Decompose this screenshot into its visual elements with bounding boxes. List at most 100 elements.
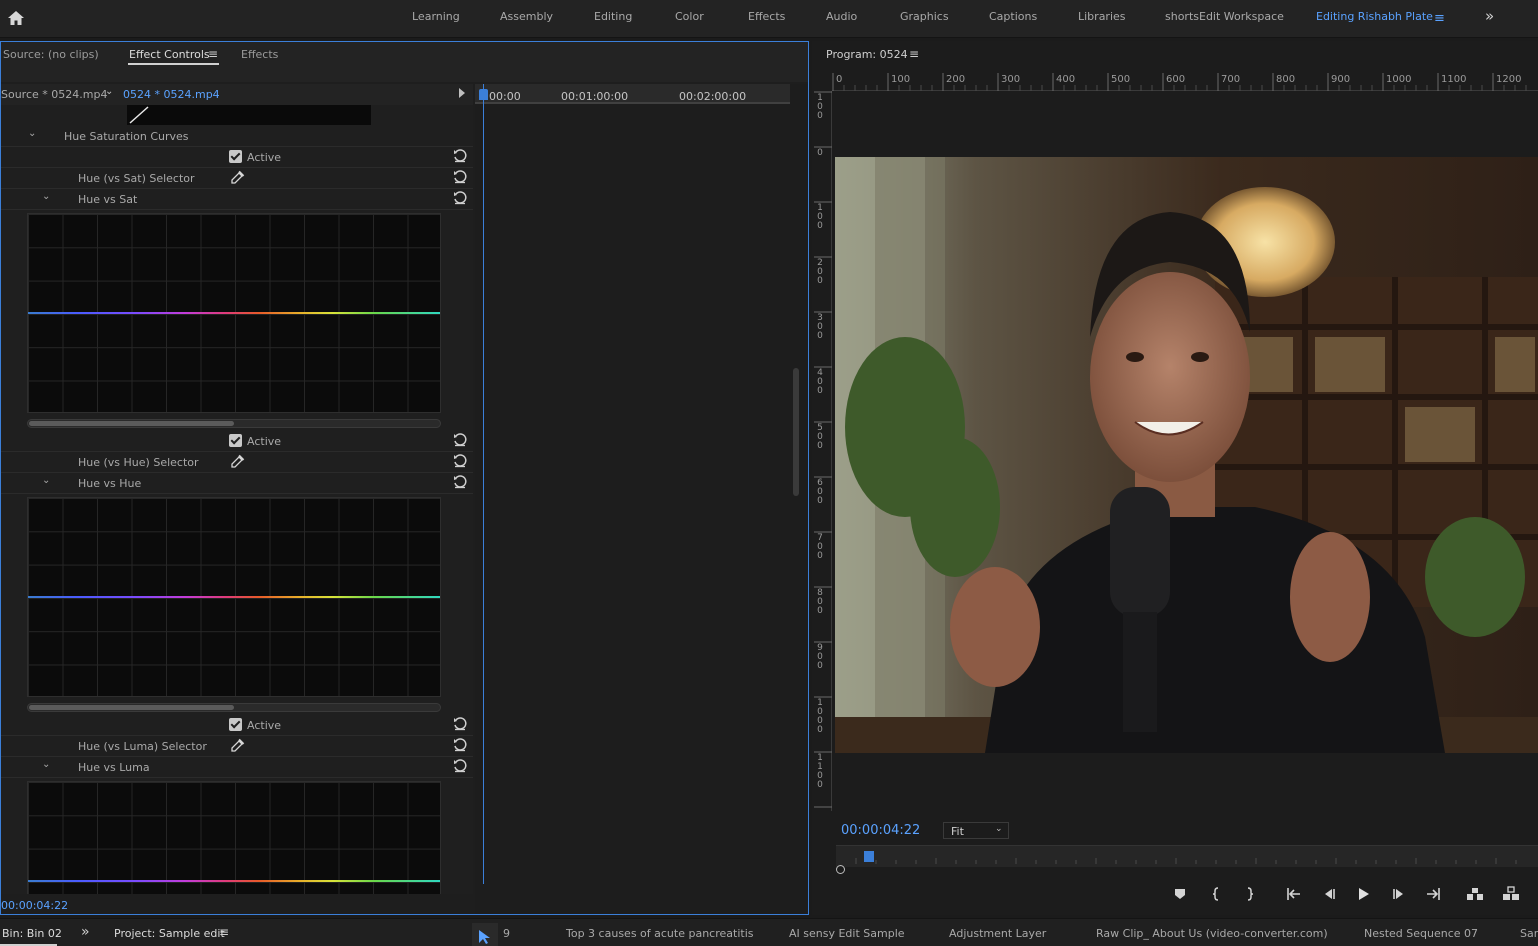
vertical-scrollbar[interactable] <box>793 368 799 496</box>
tab-effects[interactable]: Effects <box>241 48 278 61</box>
chevron-down-icon[interactable]: ⌄ <box>42 475 50 486</box>
workspace-editing-rishabh-plate[interactable]: Editing Rishabh Plate <box>1316 10 1433 23</box>
curve-scrollbar[interactable] <box>27 419 441 428</box>
reset-icon[interactable] <box>452 453 468 469</box>
section-hue-saturation-curves[interactable]: ⌄ Hue Saturation Curves <box>1 126 473 147</box>
tab-project[interactable]: Project: Sample edit <box>114 927 225 940</box>
sequence-tab[interactable]: Sar <box>1520 927 1538 940</box>
selector-label: Hue (vs Luma) Selector <box>78 740 207 753</box>
ruler-label: 00:00 <box>489 90 521 103</box>
sequence-tab[interactable]: Raw Clip_ About Us (video-converter.com) <box>1096 927 1328 940</box>
play-icon[interactable] <box>1354 885 1372 903</box>
active-checkbox[interactable] <box>229 434 242 447</box>
panel-tabs: Source: (no clips) Effect Controls ≡ Eff… <box>1 42 808 82</box>
extract-icon[interactable] <box>1502 885 1520 903</box>
active-checkbox[interactable] <box>229 718 242 731</box>
curve-header-row[interactable]: ⌄ Hue vs Sat <box>1 189 473 210</box>
panel-menu-icon[interactable]: ≡ <box>219 925 229 939</box>
lift-icon[interactable] <box>1466 885 1484 903</box>
program-scrub-bar[interactable] <box>836 845 1538 867</box>
reset-icon[interactable] <box>452 169 468 185</box>
hue-vs-hue-curve-graph[interactable] <box>27 497 441 697</box>
playhead-line[interactable] <box>483 84 484 884</box>
panel-menu-icon[interactable]: ≡ <box>208 47 218 61</box>
active-checkbox[interactable] <box>229 150 242 163</box>
chevron-down-icon[interactable]: ⌄ <box>42 759 50 770</box>
curve-scrollbar[interactable] <box>27 703 441 712</box>
sequence-tab[interactable]: Top 3 causes of acute pancreatitis <box>566 927 753 940</box>
workspace-effects[interactable]: Effects <box>748 10 785 23</box>
source-clip-label[interactable]: Source * 0524.mp4 <box>1 88 107 101</box>
hue-vs-luma-curve-graph[interactable] <box>27 781 441 894</box>
sequence-tab-partial[interactable]: 9 <box>503 927 510 940</box>
ruler-label: 300 <box>1001 74 1021 85</box>
workspace-audio[interactable]: Audio <box>826 10 857 23</box>
sequence-tab[interactable]: Nested Sequence 07 <box>1364 927 1478 940</box>
chevron-down-icon[interactable]: ⌄ <box>105 86 113 97</box>
effect-controls-timecode[interactable]: 00:00:04:22 <box>1 899 68 912</box>
workspace-captions[interactable]: Captions <box>989 10 1037 23</box>
curve-line[interactable] <box>28 880 440 882</box>
horizontal-ruler: 0 100 200 300 400 500 600 700 800 900 10… <box>832 71 1538 91</box>
workspace-bar: Learning Assembly Editing Color Effects … <box>0 0 1538 38</box>
workspace-graphics[interactable]: Graphics <box>900 10 949 23</box>
step-forward-icon[interactable] <box>1390 885 1408 903</box>
play-triangle-icon[interactable] <box>459 88 465 98</box>
sequence-tab[interactable]: AI sensy Edit Sample <box>789 927 905 940</box>
chevron-down-icon[interactable]: ⌄ <box>42 191 50 202</box>
curve-header-row[interactable]: ⌄ Hue vs Hue <box>1 473 473 494</box>
workspace-editing[interactable]: Editing <box>594 10 632 23</box>
mark-out-icon[interactable] <box>1240 885 1258 903</box>
effect-controls-panel: Source: (no clips) Effect Controls ≡ Eff… <box>0 41 809 946</box>
timeline-ruler[interactable]: 00:00 00:01:00:00 00:02:00:00 <box>475 84 790 104</box>
curve-line[interactable] <box>28 596 440 598</box>
playhead-handle[interactable] <box>479 89 488 100</box>
scrollbar-thumb[interactable] <box>29 705 234 710</box>
selection-tool-box[interactable] <box>472 923 498 946</box>
program-monitor-title[interactable]: Program: 0524 <box>826 48 908 61</box>
workspace-libraries[interactable]: Libraries <box>1078 10 1126 23</box>
sequence-clip-label[interactable]: 0524 * 0524.mp4 <box>123 88 220 101</box>
workspace-shortsedit[interactable]: shortsEdit Workspace <box>1165 10 1284 23</box>
curve-header-row[interactable]: ⌄ Hue vs Luma <box>1 757 473 778</box>
workspace-learning[interactable]: Learning <box>412 10 460 23</box>
panel-overflow-icon[interactable]: » <box>81 924 90 940</box>
go-to-out-icon[interactable] <box>1424 885 1442 903</box>
zoom-handle-left[interactable] <box>836 865 845 874</box>
reset-icon[interactable] <box>452 148 468 164</box>
tab-bin[interactable]: Bin: Bin 02 <box>2 927 62 940</box>
eyedropper-icon[interactable] <box>229 170 245 186</box>
tab-effect-controls[interactable]: Effect Controls <box>129 48 210 61</box>
hue-vs-sat-curve-graph[interactable] <box>27 213 441 413</box>
eyedropper-icon[interactable] <box>229 454 245 470</box>
step-back-icon[interactable] <box>1320 885 1338 903</box>
workspace-menu-icon[interactable]: ≡ <box>1434 11 1445 26</box>
sequence-tab[interactable]: Adjustment Layer <box>949 927 1046 940</box>
program-playhead[interactable] <box>864 851 874 862</box>
chevron-down-icon[interactable]: ⌄ <box>28 128 36 139</box>
ruler-label: 400 <box>1056 74 1076 85</box>
reset-icon[interactable] <box>452 716 468 732</box>
go-to-in-icon[interactable] <box>1285 885 1303 903</box>
reset-icon[interactable] <box>452 432 468 448</box>
selector-row: Hue (vs Luma) Selector <box>1 736 473 757</box>
workspace-color[interactable]: Color <box>675 10 704 23</box>
eyedropper-icon[interactable] <box>229 738 245 754</box>
workspace-overflow-icon[interactable]: » <box>1485 7 1494 25</box>
video-frame[interactable] <box>835 157 1538 753</box>
curve-line[interactable] <box>28 312 440 314</box>
reset-icon[interactable] <box>452 758 468 774</box>
reset-icon[interactable] <box>452 474 468 490</box>
reset-icon[interactable] <box>452 190 468 206</box>
tab-source[interactable]: Source: (no clips) <box>3 48 99 61</box>
panel-menu-icon[interactable]: ≡ <box>909 47 919 61</box>
program-timecode[interactable]: 00:00:04:22 <box>841 823 920 838</box>
selection-tool-icon[interactable] <box>478 929 492 945</box>
marker-icon[interactable] <box>1171 885 1189 903</box>
mark-in-icon[interactable] <box>1208 885 1226 903</box>
scrollbar-thumb[interactable] <box>29 421 234 426</box>
workspace-assembly[interactable]: Assembly <box>500 10 553 23</box>
reset-icon[interactable] <box>452 737 468 753</box>
home-icon[interactable] <box>6 8 26 28</box>
zoom-fit-select[interactable]: Fit ⌄ <box>943 822 1009 839</box>
